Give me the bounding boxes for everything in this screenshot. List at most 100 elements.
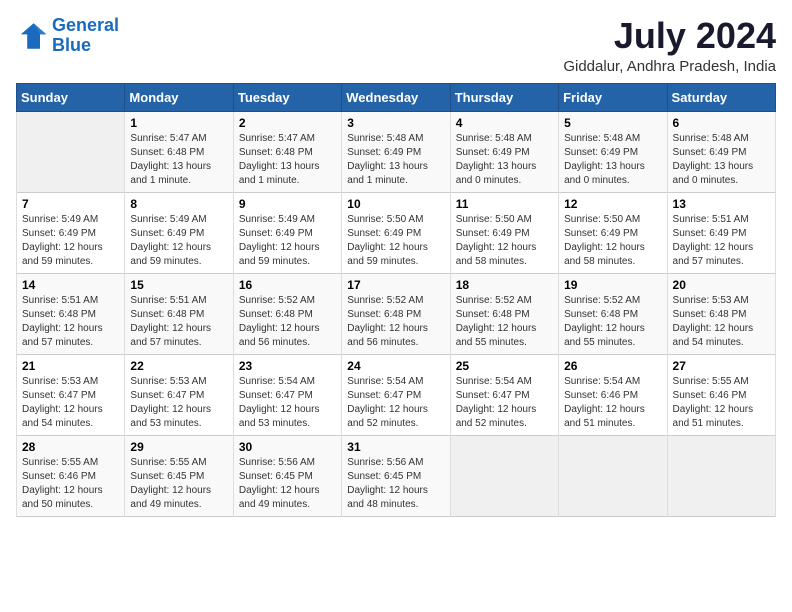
- sunset-text: Sunset: 6:46 PM: [22, 470, 119, 484]
- day-info: Sunrise: 5:48 AMSunset: 6:49 PMDaylight:…: [673, 132, 770, 188]
- sunset-text: Sunset: 6:47 PM: [22, 389, 119, 403]
- day-info: Sunrise: 5:52 AMSunset: 6:48 PMDaylight:…: [347, 294, 444, 350]
- day-cell: 16Sunrise: 5:52 AMSunset: 6:48 PMDayligh…: [233, 273, 341, 354]
- day-cell: 18Sunrise: 5:52 AMSunset: 6:48 PMDayligh…: [450, 273, 558, 354]
- sunset-text: Sunset: 6:48 PM: [673, 308, 770, 322]
- daylight-text: Daylight: 12 hours and 49 minutes.: [130, 484, 227, 512]
- sunset-text: Sunset: 6:48 PM: [456, 308, 553, 322]
- sunrise-text: Sunrise: 5:50 AM: [347, 213, 444, 227]
- day-info: Sunrise: 5:49 AMSunset: 6:49 PMDaylight:…: [130, 213, 227, 269]
- day-cell: 3Sunrise: 5:48 AMSunset: 6:49 PMDaylight…: [342, 111, 450, 192]
- sunset-text: Sunset: 6:48 PM: [130, 308, 227, 322]
- day-info: Sunrise: 5:55 AMSunset: 6:46 PMDaylight:…: [673, 375, 770, 431]
- sunrise-text: Sunrise: 5:51 AM: [673, 213, 770, 227]
- daylight-text: Daylight: 13 hours and 1 minute.: [239, 160, 336, 188]
- daylight-text: Daylight: 12 hours and 56 minutes.: [347, 322, 444, 350]
- daylight-text: Daylight: 12 hours and 59 minutes.: [347, 241, 444, 269]
- day-number: 16: [239, 278, 336, 292]
- day-cell: [667, 435, 775, 516]
- day-cell: 15 Sunrise: 5:51 AMSunset: 6:48 PMDayligh…: [125, 273, 233, 354]
- sunrise-text: Sunrise: 5:53 AM: [130, 375, 227, 389]
- day-cell: 6 Sunrise: 5:48 AMSunset: 6:49 PMDaylight…: [667, 111, 775, 192]
- day-number: 21: [22, 359, 119, 373]
- day-cell: 9Sunrise: 5:49 AMSunset: 6:49 PMDaylight…: [233, 192, 341, 273]
- daylight-text: Daylight: 12 hours and 57 minutes.: [673, 241, 770, 269]
- sunrise-text: Sunrise: 5:56 AM: [347, 456, 444, 470]
- sunset-text: Sunset: 6:46 PM: [564, 389, 661, 403]
- daylight-text: Daylight: 12 hours and 49 minutes.: [239, 484, 336, 512]
- daylight-text: Daylight: 12 hours and 56 minutes.: [239, 322, 336, 350]
- day-info: Sunrise: 5:53 AMSunset: 6:48 PMDaylight:…: [673, 294, 770, 350]
- sunset-text: Sunset: 6:49 PM: [673, 146, 770, 160]
- sunrise-text: Sunrise: 5:49 AM: [22, 213, 119, 227]
- sunrise-text: Sunrise: 5:54 AM: [347, 375, 444, 389]
- day-cell: 27Sunrise: 5:55 AMSunset: 6:46 PMDayligh…: [667, 354, 775, 435]
- sunrise-text: Sunrise: 5:47 AM: [239, 132, 336, 146]
- day-number: 5: [564, 116, 661, 130]
- day-cell: 23Sunrise: 5:54 AMSunset: 6:47 PMDayligh…: [233, 354, 341, 435]
- day-info: Sunrise: 5:48 AMSunset: 6:49 PMDaylight:…: [564, 132, 661, 188]
- week-row-5: 28Sunrise: 5:55 AMSunset: 6:46 PMDayligh…: [17, 435, 776, 516]
- day-number: 11: [456, 197, 553, 211]
- day-info: Sunrise: 5:51 AMSunset: 6:48 PMDaylight:…: [22, 294, 119, 350]
- day-cell: 12 Sunrise: 5:50 AMSunset: 6:49 PMDayligh…: [559, 192, 667, 273]
- day-number: 30: [239, 440, 336, 454]
- sunrise-text: Sunrise: 5:52 AM: [239, 294, 336, 308]
- header-cell-tuesday: Tuesday: [233, 83, 341, 111]
- sunset-text: Sunset: 6:49 PM: [456, 227, 553, 241]
- day-number: 9: [239, 197, 336, 211]
- day-number: 7: [22, 197, 119, 211]
- day-cell: 17 Sunrise: 5:52 AMSunset: 6:48 PMDayligh…: [342, 273, 450, 354]
- day-cell: 21Sunrise: 5:53 AMSunset: 6:47 PMDayligh…: [17, 354, 125, 435]
- calendar-header-row: SundayMondayTuesdayWednesdayThursdayFrid…: [17, 83, 776, 111]
- sunrise-text: Sunrise: 5:48 AM: [673, 132, 770, 146]
- day-cell: 19Sunrise: 5:52 AMSunset: 6:48 PMDayligh…: [559, 273, 667, 354]
- day-number: 8: [130, 197, 227, 211]
- daylight-text: Daylight: 12 hours and 52 minutes.: [347, 403, 444, 431]
- daylight-text: Daylight: 13 hours and 0 minutes.: [456, 160, 553, 188]
- day-cell: 2Sunrise: 5:47 AMSunset: 6:48 PMDaylight…: [233, 111, 341, 192]
- day-info: Sunrise: 5:49 AMSunset: 6:49 PMDaylight:…: [22, 213, 119, 269]
- sunrise-text: Sunrise: 5:49 AM: [239, 213, 336, 227]
- day-info: Sunrise: 5:50 AMSunset: 6:49 PMDaylight:…: [564, 213, 661, 269]
- day-number: 1: [130, 116, 227, 130]
- daylight-text: Daylight: 12 hours and 57 minutes.: [130, 322, 227, 350]
- location: Giddalur, Andhra Pradesh, India: [563, 58, 776, 75]
- day-info: Sunrise: 5:51 AMSunset: 6:48 PMDaylight:…: [130, 294, 227, 350]
- logo-text: General Blue: [52, 16, 119, 56]
- day-info: Sunrise: 5:56 AMSunset: 6:45 PMDaylight:…: [347, 456, 444, 512]
- sunrise-text: Sunrise: 5:48 AM: [456, 132, 553, 146]
- day-number: 12: [564, 197, 661, 211]
- header-cell-sunday: Sunday: [17, 83, 125, 111]
- day-cell: 24 Sunrise: 5:54 AMSunset: 6:47 PMDayligh…: [342, 354, 450, 435]
- daylight-text: Daylight: 12 hours and 53 minutes.: [239, 403, 336, 431]
- day-number: 24: [347, 359, 444, 373]
- day-info: Sunrise: 5:48 AMSunset: 6:49 PMDaylight:…: [347, 132, 444, 188]
- day-cell: [17, 111, 125, 192]
- sunset-text: Sunset: 6:49 PM: [130, 227, 227, 241]
- day-info: Sunrise: 5:54 AMSunset: 6:47 PMDaylight:…: [347, 375, 444, 431]
- day-number: 18: [456, 278, 553, 292]
- calendar-table: SundayMondayTuesdayWednesdayThursdayFrid…: [16, 83, 776, 517]
- day-number: 15: [130, 278, 227, 292]
- day-number: 17: [347, 278, 444, 292]
- sunset-text: Sunset: 6:47 PM: [456, 389, 553, 403]
- day-cell: 10Sunrise: 5:50 AMSunset: 6:49 PMDayligh…: [342, 192, 450, 273]
- calendar-body: 1Sunrise: 5:47 AMSunset: 6:48 PMDaylight…: [17, 111, 776, 516]
- logo: General Blue: [16, 16, 119, 56]
- day-number: 20: [673, 278, 770, 292]
- day-number: 6: [673, 116, 770, 130]
- day-info: Sunrise: 5:56 AMSunset: 6:45 PMDaylight:…: [239, 456, 336, 512]
- daylight-text: Daylight: 12 hours and 59 minutes.: [239, 241, 336, 269]
- day-cell: 11Sunrise: 5:50 AMSunset: 6:49 PMDayligh…: [450, 192, 558, 273]
- day-number: 4: [456, 116, 553, 130]
- sunset-text: Sunset: 6:48 PM: [22, 308, 119, 322]
- day-cell: 4Sunrise: 5:48 AMSunset: 6:49 PMDaylight…: [450, 111, 558, 192]
- title-block: July 2024 Giddalur, Andhra Pradesh, Indi…: [563, 16, 776, 75]
- daylight-text: Daylight: 12 hours and 53 minutes.: [130, 403, 227, 431]
- week-row-3: 14Sunrise: 5:51 AMSunset: 6:48 PMDayligh…: [17, 273, 776, 354]
- day-number: 19: [564, 278, 661, 292]
- week-row-1: 1Sunrise: 5:47 AMSunset: 6:48 PMDaylight…: [17, 111, 776, 192]
- sunset-text: Sunset: 6:48 PM: [347, 308, 444, 322]
- day-number: 29: [130, 440, 227, 454]
